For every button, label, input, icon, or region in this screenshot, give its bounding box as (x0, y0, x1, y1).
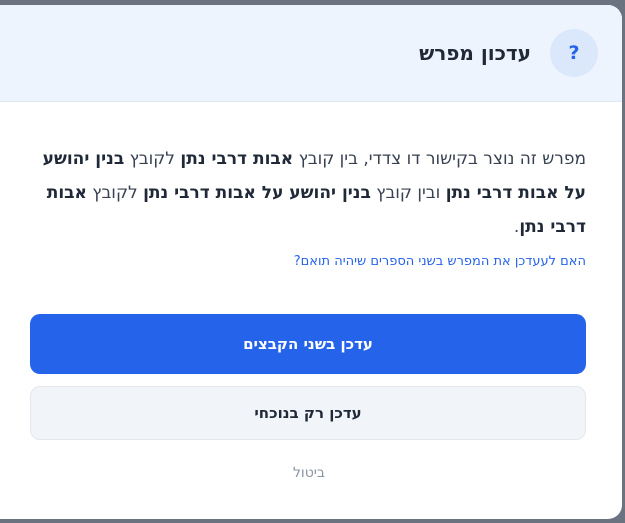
update-commentary-dialog: ? עדכון מפרש מפרש זה נוצר בקישור דו צדדי… (0, 5, 622, 519)
message-text: מפרש זה נוצר בקישור דו צדדי, בין קובץ (293, 149, 586, 169)
message-text: לקובץ (124, 149, 181, 169)
cancel-button[interactable]: ביטול (32, 465, 586, 481)
dialog-body: מפרש זה נוצר בקישור דו צדדי, בין קובץ אב… (0, 102, 622, 481)
dialog-title: עדכון מפרש (419, 41, 531, 65)
dialog-header: ? עדכון מפרש (0, 5, 622, 102)
dialog-message: מפרש זה נוצר בקישור דו צדדי, בין קובץ אב… (32, 142, 586, 244)
message-text: לקובץ (86, 183, 144, 203)
message-file-name: בנין יהושע על אבות דרבי נתן (143, 183, 371, 203)
dialog-question: האם לעעדכן את המפרש בשני הספרים שיהיה תו… (293, 254, 586, 269)
help-icon: ? (550, 29, 598, 77)
message-text: ובין קובץ (370, 183, 446, 203)
update-current-only-button[interactable]: עדכן רק בנוכחי (30, 386, 586, 440)
update-both-button[interactable]: עדכן בשני הקבצים (30, 314, 586, 374)
message-file-name: אבות דרבי נתן (180, 149, 294, 169)
